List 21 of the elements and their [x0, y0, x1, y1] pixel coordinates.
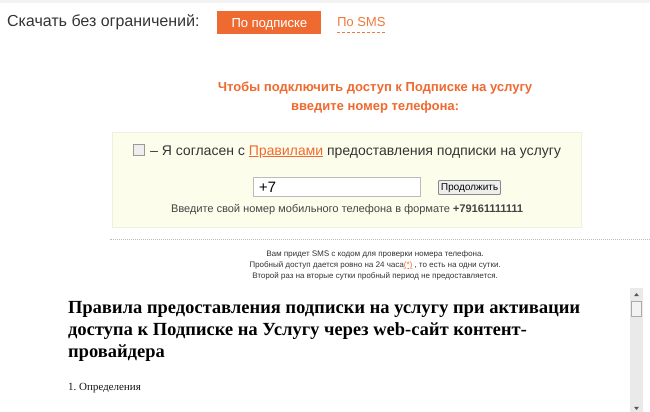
- scrollbar[interactable]: [630, 288, 643, 412]
- phone-format-hint: Введите свой номер мобильного телефона в формате +79161111111: [171, 203, 523, 215]
- footnote-link[interactable]: (*): [404, 260, 412, 269]
- tab[interactable]: По подписке: [217, 10, 322, 34]
- scroll-thumb[interactable]: [631, 301, 642, 317]
- continue-button[interactable]: Продолжить: [438, 180, 502, 194]
- rules-link[interactable]: Правилами: [248, 142, 324, 158]
- prompt-text: Чтобы подключить доступ к Подписке на услугу: [216, 78, 534, 96]
- tab[interactable]: По SMS: [337, 11, 386, 33]
- agree-text: – Я согласен с Правилами предоставления подписки на услугу: [150, 142, 561, 158]
- rules-title: Правила предоставления подписки на услугу при активации доступа к Подписке на Услугу через web-сайт контент-провайдера: [68, 297, 582, 363]
- scroll-down-icon[interactable]: [633, 406, 640, 411]
- note-text: Вам придет SMS с кодом для проверки номера телефона.: [265, 248, 485, 259]
- agree-checkbox[interactable]: [133, 144, 146, 156]
- note-text: Второй раз на вторые сутки пробный период не предоставляется.: [251, 270, 499, 281]
- prompt-text: введите номер телефона:: [290, 97, 460, 115]
- rules-line: 1. Определения: [68, 381, 142, 393]
- scroll-up-icon[interactable]: [633, 292, 640, 297]
- phone-input[interactable]: +7: [252, 177, 421, 197]
- download-label: Скачать без ограничений:: [7, 13, 200, 31]
- note-text: Пробный доступ дается ровно на 24 часа(*) , то есть на одни сутки.: [248, 259, 502, 270]
